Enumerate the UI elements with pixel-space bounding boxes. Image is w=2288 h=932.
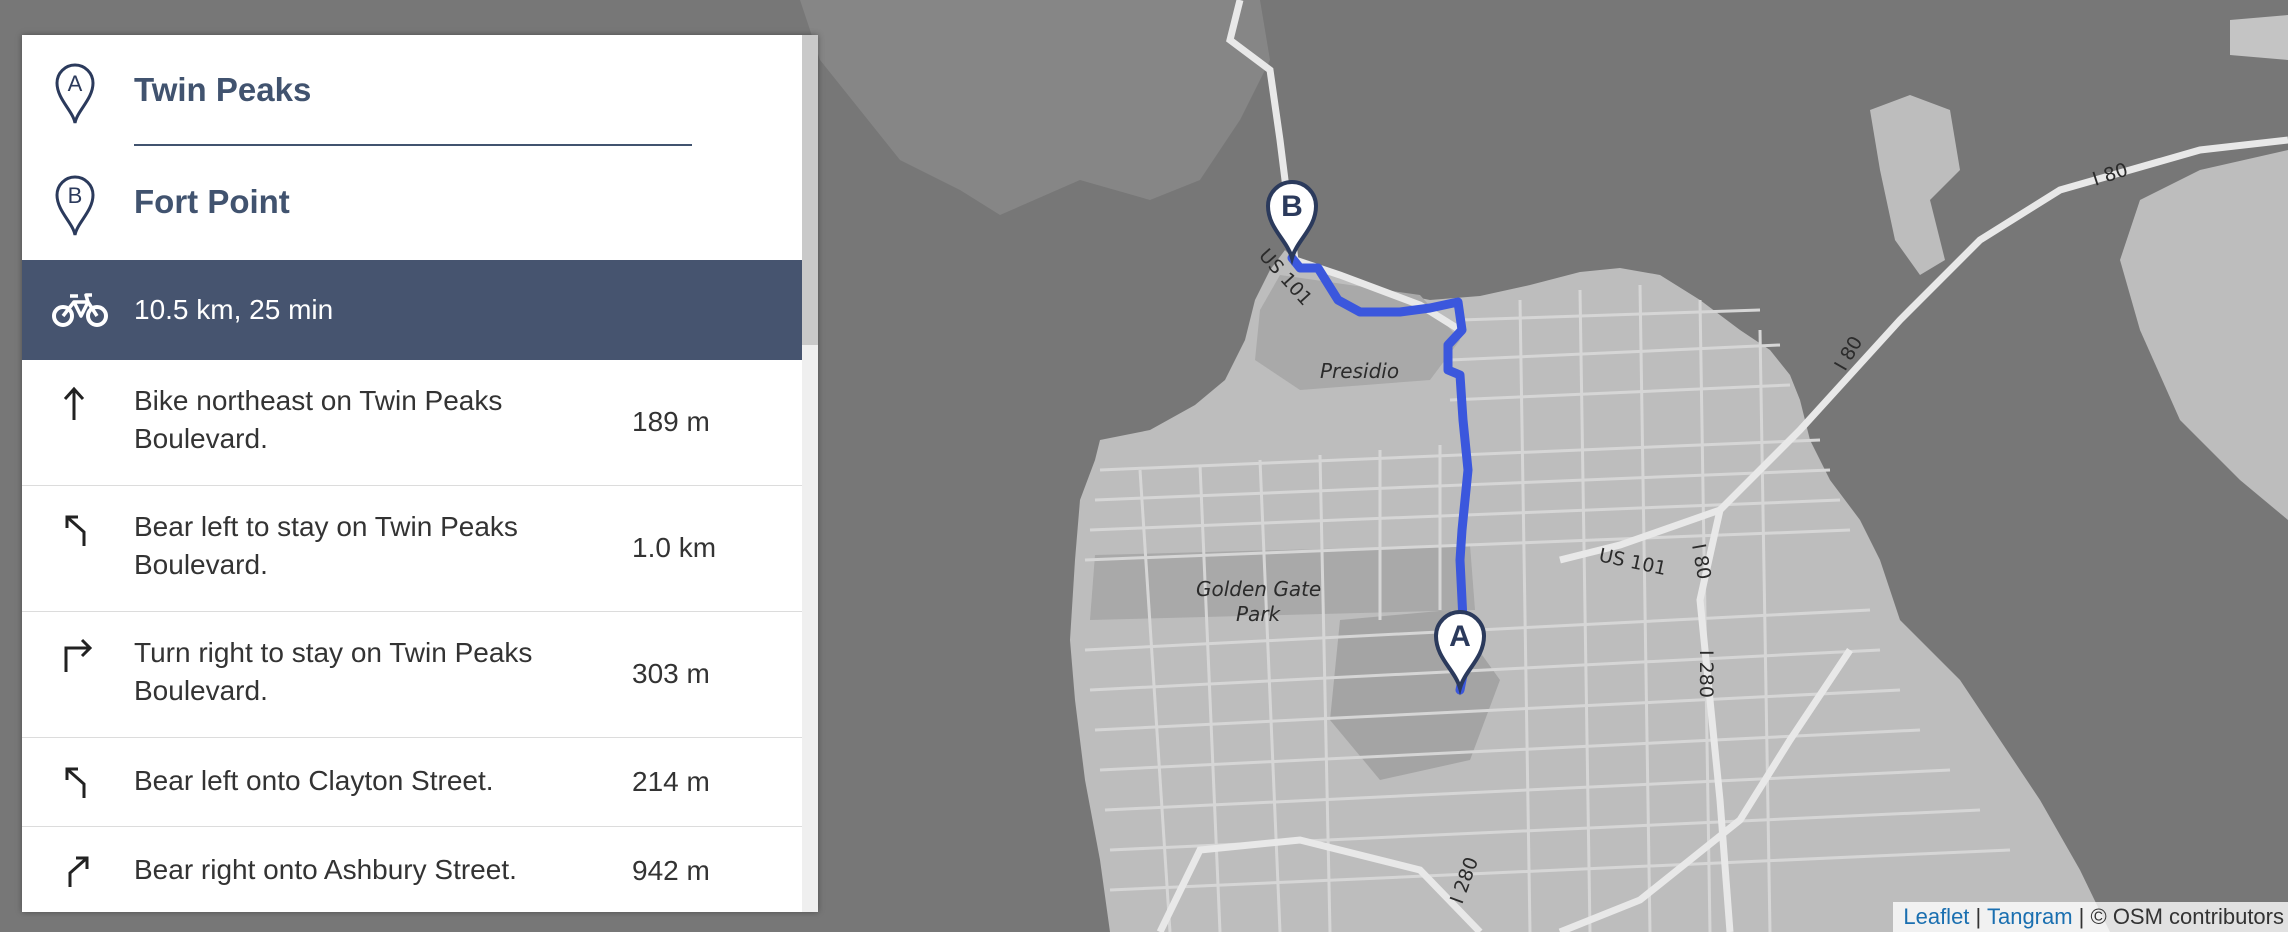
panel-scrollbar[interactable]	[802, 35, 818, 912]
step-distance: 1.0 km	[632, 532, 717, 563]
pin-b-icon: B	[55, 175, 95, 236]
turn-right-icon	[64, 638, 93, 672]
attribution-separator: |	[1969, 904, 1987, 929]
step-item[interactable]: Bear left onto Clayton Street. 214 m	[22, 738, 802, 827]
step-instruction: Bear left onto Clayton Street.	[134, 765, 494, 796]
pin-a-letter: A	[68, 71, 83, 96]
step-distance: 942 m	[632, 855, 710, 886]
bear-left-icon	[65, 767, 86, 798]
step-instruction: Turn right to stay on Twin Peaks Bouleva…	[134, 637, 533, 706]
step-distance: 189 m	[632, 406, 710, 437]
pin-a-icon: A	[55, 63, 95, 124]
step-item[interactable]: Bike northeast on Twin Peaks Boulevard. …	[22, 360, 802, 486]
start-marker-letter: A	[1449, 620, 1471, 653]
osm-credit: | © OSM contributors	[2072, 904, 2284, 929]
step-item[interactable]: Bear left to stay on Twin Peaks Boulevar…	[22, 486, 802, 612]
bicycle-icon	[52, 293, 108, 327]
step-list: Bike northeast on Twin Peaks Boulevard. …	[22, 360, 802, 912]
step-item[interactable]: Turn right to stay on Twin Peaks Bouleva…	[22, 612, 802, 738]
bear-left-icon	[65, 515, 86, 546]
route-summary-text: 10.5 km, 25 min	[134, 294, 334, 325]
step-instruction: Bear left to stay on Twin Peaks Boulevar…	[134, 511, 518, 580]
waypoint-start-name: Twin Peaks	[134, 71, 312, 108]
waypoint-end-name: Fort Point	[134, 183, 290, 220]
presidio-label: Presidio	[1320, 359, 1399, 383]
leaflet-link[interactable]: Leaflet	[1903, 904, 1969, 929]
map-attribution: Leaflet | Tangram | © OSM contributors	[1893, 902, 2288, 932]
arrow-up-icon	[63, 386, 85, 420]
directions-panel: A Twin Peaks B Fort Point 10.5 km, 25 mi…	[22, 35, 818, 912]
bear-right-icon	[68, 856, 89, 887]
step-distance: 214 m	[632, 766, 710, 797]
pin-b-letter: B	[68, 183, 83, 208]
end-marker-letter: B	[1281, 190, 1303, 223]
tangram-link[interactable]: Tangram	[1987, 904, 2073, 929]
route-summary[interactable]: 10.5 km, 25 min	[22, 260, 802, 360]
step-item[interactable]: Bear right onto Ashbury Street. 942 m	[22, 827, 802, 912]
golden-gate-park-label-line2: Park	[1236, 602, 1282, 626]
golden-gate-park-label-line1: Golden Gate	[1196, 577, 1321, 601]
pier-land	[2230, 15, 2288, 60]
waypoint-end[interactable]: B Fort Point	[22, 147, 802, 259]
step-distance: 303 m	[632, 658, 710, 689]
waypoint-start[interactable]: A Twin Peaks	[22, 35, 802, 147]
step-instruction: Bear right onto Ashbury Street.	[134, 854, 517, 885]
waypoint-divider	[134, 144, 692, 146]
step-instruction: Bike northeast on Twin Peaks Boulevard.	[134, 385, 503, 454]
panel-scroll-thumb[interactable]	[802, 35, 818, 345]
i280-shield-label: I 280	[1695, 650, 1717, 698]
